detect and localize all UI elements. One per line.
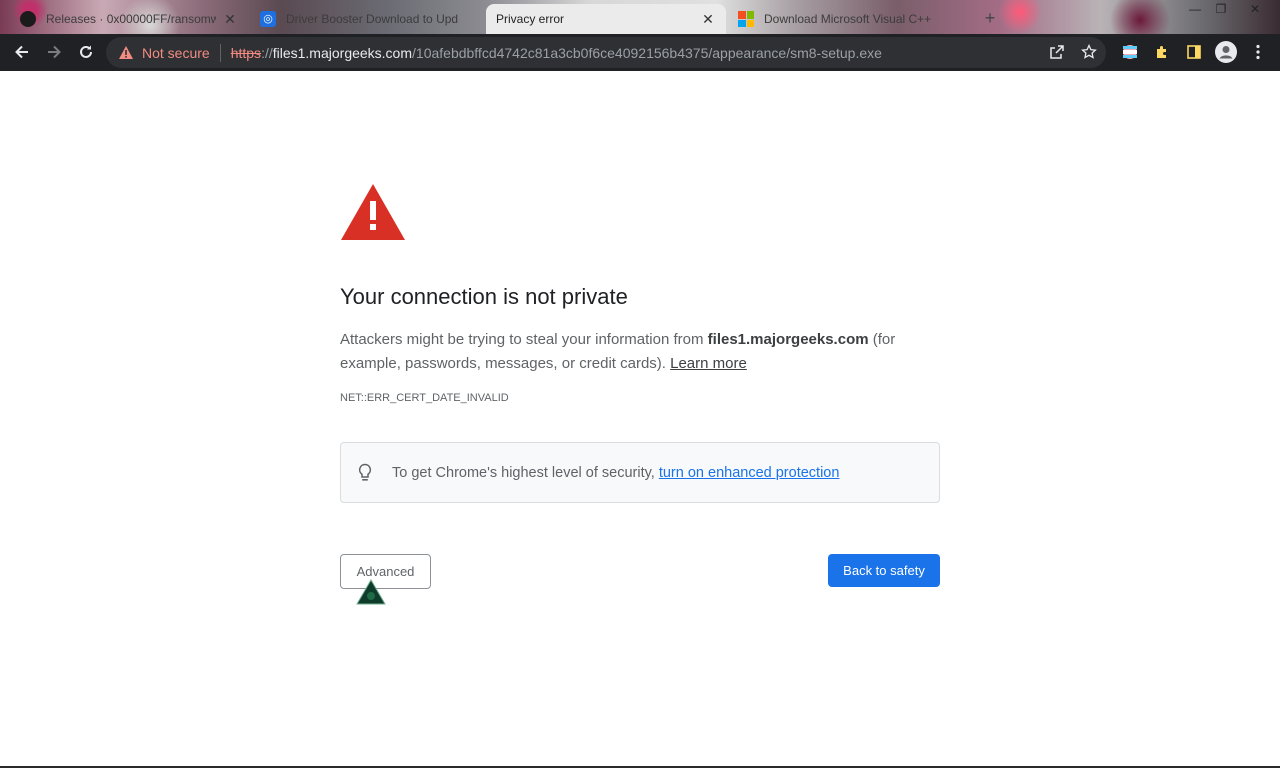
enhanced-protection-text: To get Chrome's highest level of securit… [392, 465, 839, 481]
driver-booster-icon: ◎ [260, 11, 276, 27]
microsoft-icon [738, 11, 754, 27]
url-path: /10afebdbffcd4742c81a3cb0f6ce4092156b437… [412, 44, 882, 61]
divider [219, 43, 221, 62]
browser-toolbar: Not secure https://files1.majorgeeks.com… [0, 34, 1280, 71]
tab-microsoft[interactable]: Download Microsoft Visual C++ [728, 4, 974, 34]
page-title: Your connection is not private [340, 284, 628, 309]
enhanced-protection-prefix: To get Chrome's highest level of securit… [392, 464, 659, 481]
extensions-button[interactable] [1150, 40, 1174, 64]
more-vert-icon [1256, 44, 1260, 60]
url-text[interactable]: https://files1.majorgeeks.com/10afebdbff… [231, 45, 882, 61]
extension-flag-button[interactable] [1118, 40, 1142, 64]
close-icon[interactable]: ✕ [700, 11, 716, 28]
back-to-safety-button[interactable]: Back to safety [828, 554, 940, 587]
learn-more-link[interactable]: Learn more [670, 355, 747, 372]
interstitial-content: Your connection is not private Attackers… [340, 71, 940, 768]
enhanced-protection-link[interactable]: turn on enhanced protection [659, 465, 840, 481]
reload-icon [80, 45, 92, 58]
explanation-start: Attackers might be trying to steal your … [340, 331, 708, 348]
tab-title: Releases · 0x00000FF/ransomwar [46, 12, 216, 26]
arrow-right-icon [48, 45, 61, 59]
side-panel-icon [1187, 45, 1201, 59]
new-tab-button[interactable]: + [980, 8, 1000, 29]
reload-button[interactable] [74, 40, 98, 64]
profile-button[interactable] [1214, 40, 1238, 64]
tab-strip: Releases · 0x00000FF/ransomwar ✕ ◎ Drive… [0, 0, 1280, 34]
restore-button[interactable]: ❐ [1206, 0, 1236, 18]
github-icon [20, 11, 36, 27]
tab-releases[interactable]: Releases · 0x00000FF/ransomwar ✕ [10, 4, 248, 34]
warning-triangle-icon [341, 184, 405, 240]
enhanced-protection-promo: To get Chrome's highest level of securit… [340, 442, 940, 503]
close-icon[interactable]: ✕ [222, 11, 238, 28]
warning-icon [119, 46, 133, 59]
side-panel-button[interactable] [1182, 40, 1206, 64]
share-button[interactable] [1046, 41, 1068, 63]
tab-title: Download Microsoft Visual C++ [764, 12, 932, 26]
flag-extension-icon [1123, 45, 1137, 59]
tab-driver-booster[interactable]: ◎ Driver Booster Download to Upd [250, 4, 482, 34]
explanation-host: files1.majorgeeks.com [707, 331, 869, 348]
security-indicator[interactable]: Not secure [118, 45, 210, 61]
lightbulb-icon [358, 462, 376, 484]
cursor-icon [356, 579, 386, 605]
avatar-icon [1215, 41, 1237, 63]
not-secure-label: Not secure [142, 44, 210, 61]
tab-title: Driver Booster Download to Upd [286, 12, 459, 26]
error-code: NET::ERR_CERT_DATE_INVALID [340, 392, 509, 404]
url-scheme: https [230, 44, 262, 61]
explanation-text: Attackers might be trying to steal your … [340, 328, 940, 376]
tab-title: Privacy error [496, 12, 565, 26]
bookmark-button[interactable] [1078, 41, 1100, 63]
url-separator: :// [261, 44, 273, 61]
share-icon [1050, 45, 1064, 59]
tab-privacy-error[interactable]: Privacy error ✕ [486, 4, 726, 34]
close-window-button[interactable]: ✕ [1240, 0, 1270, 18]
address-bar[interactable]: Not secure https://files1.majorgeeks.com… [106, 37, 1106, 68]
arrow-left-icon [15, 45, 28, 59]
star-icon [1081, 44, 1097, 59]
back-button[interactable] [10, 40, 34, 64]
menu-button[interactable] [1246, 40, 1270, 64]
forward-button[interactable] [42, 40, 66, 64]
puzzle-icon [1157, 46, 1166, 58]
url-host: files1.majorgeeks.com [272, 44, 413, 61]
